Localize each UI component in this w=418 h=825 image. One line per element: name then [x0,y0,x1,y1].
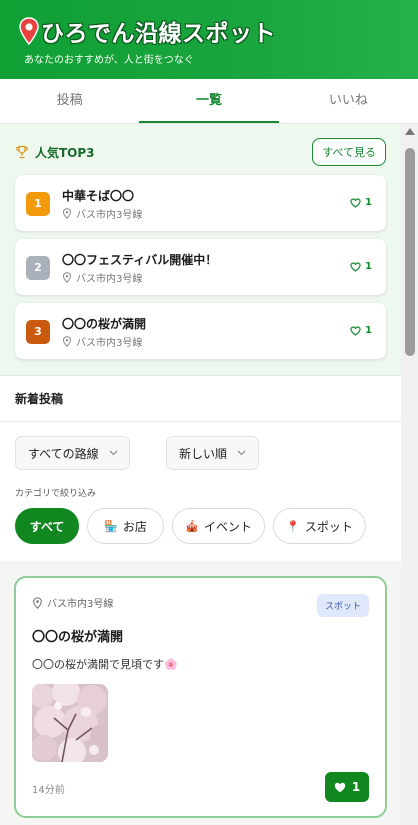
location-pin-icon [62,208,72,219]
map-pin-icon [19,17,39,45]
top3-title: 人気TOP3 [15,144,95,161]
like-count: 1 [350,197,372,208]
tab-bar: 投稿 一覧 いいね [0,79,418,124]
top3-header: 人気TOP3 すべて見る [15,138,386,166]
photo-image [32,684,108,762]
category-chip-shop[interactable]: 🏪 お店 [87,508,164,544]
post-card[interactable]: バス市内3号線 スポット 〇〇の桜が満開 〇〇の桜が満開で見頃です🌸 14分前 … [14,576,387,818]
tab-list[interactable]: 一覧 [139,79,279,123]
scrollbar[interactable] [401,124,418,825]
post-time: 14分前 [32,785,65,796]
chevron-down-icon [109,450,118,456]
route-select[interactable]: すべての路線 [15,436,130,470]
circus-tent-icon: 🎪 [185,519,199,533]
heart-outline-icon [350,197,361,208]
shop-icon: 🏪 [104,519,118,533]
tab-post[interactable]: 投稿 [0,79,139,123]
sort-select-value: 新しい順 [179,446,228,461]
app-title: ひろでん沿線スポット [41,21,276,47]
filter-panel: すべての路線 新しい順 カテゴリで絞り込み すべて 🏪 お店 🎪 イベント 📍 [0,422,401,563]
spot-name: 〇〇フェスティバル開催中！ [62,253,218,267]
see-all-button[interactable]: すべて見る [312,138,386,166]
post-location-label: バス市内3号線 [47,599,114,610]
rank-badge: 3 [26,320,50,344]
tab-likes[interactable]: いいね [279,79,418,123]
like-count-value: 1 [365,325,372,336]
like-count-value: 1 [365,197,372,208]
like-button[interactable]: 1 [325,772,369,802]
location-pin-icon [33,596,42,609]
category-chip-label: お店 [122,519,147,534]
category-chip-label: すべて [29,519,65,534]
spot-location-label: バス市内3号線 [76,210,143,221]
rank-badge: 2 [26,256,50,280]
sort-select[interactable]: 新しい順 [166,436,259,470]
category-chip-label: イベント [203,519,252,534]
heart-icon [334,782,346,792]
app-subtitle: あなたのおすすめが、人と街をつなぐ [24,55,194,66]
like-button-count: 1 [351,780,361,794]
like-count: 1 [350,325,372,336]
app-header: ひろでん沿線スポット あなたのおすすめが、人と街をつなぐ [0,0,418,79]
heart-outline-icon [350,261,361,272]
category-chip-label: スポット [304,519,353,534]
spot-name: 〇〇の桜が満開 [62,317,147,331]
main-content: 人気TOP3 すべて見る 1 中華そば〇〇 バス市内3号線 1 2 〇〇フェステ… [0,124,401,825]
post-body: 〇〇の桜が満開で見頃です🌸 [32,658,178,671]
chevron-down-icon [237,450,246,456]
location-pin-icon [62,336,72,347]
spot-location-label: バス市内3号線 [76,338,143,349]
top3-item-2[interactable]: 2 〇〇フェスティバル開催中！ バス市内3号線 1 [15,239,386,295]
spot-location-label: バス市内3号線 [76,274,143,285]
location-pin-icon [62,272,72,283]
select-row: すべての路線 新しい順 [15,436,386,470]
spot-location: バス市内3号線 [62,206,142,221]
top3-title-label: 人気TOP3 [35,145,95,160]
category-chips: すべて 🏪 お店 🎪 イベント 📍 スポット [15,508,386,544]
spot-name: 中華そば〇〇 [62,189,135,203]
app-title-row: ひろでん沿線スポット [18,14,276,48]
top3-item-3[interactable]: 3 〇〇の桜が満開 バス市内3号線 1 [15,303,386,359]
cherry-blossom-photo[interactable] [32,684,108,762]
top3-item-1[interactable]: 1 中華そば〇〇 バス市内3号線 1 [15,175,386,231]
rank-badge: 1 [26,192,50,216]
category-chip-event[interactable]: 🎪 イベント [172,508,265,544]
category-chip-all[interactable]: すべて [15,508,79,544]
like-count: 1 [350,261,372,272]
pushpin-icon: 📍 [286,519,300,533]
top3-section: 人気TOP3 すべて見る 1 中華そば〇〇 バス市内3号線 1 2 〇〇フェステ… [0,124,401,376]
route-select-value: すべての路線 [28,446,99,461]
post-feed: バス市内3号線 スポット 〇〇の桜が満開 〇〇の桜が満開で見頃です🌸 14分前 … [0,563,401,818]
scroll-up-arrow-icon[interactable] [405,128,415,135]
like-count-value: 1 [365,261,372,272]
new-posts-title: 新着投稿 [0,376,401,422]
spot-location: バス市内3号線 [62,270,142,285]
post-title: 〇〇の桜が満開 [32,630,124,645]
scroll-thumb[interactable] [405,148,415,356]
trophy-icon [16,145,28,159]
category-badge: スポット [316,594,369,617]
category-filter-label: カテゴリで絞り込み [15,489,97,499]
post-location: バス市内3号線 [32,595,113,610]
heart-outline-icon [350,325,361,336]
spot-location: バス市内3号線 [62,334,142,349]
category-chip-spot[interactable]: 📍 スポット [273,508,366,544]
